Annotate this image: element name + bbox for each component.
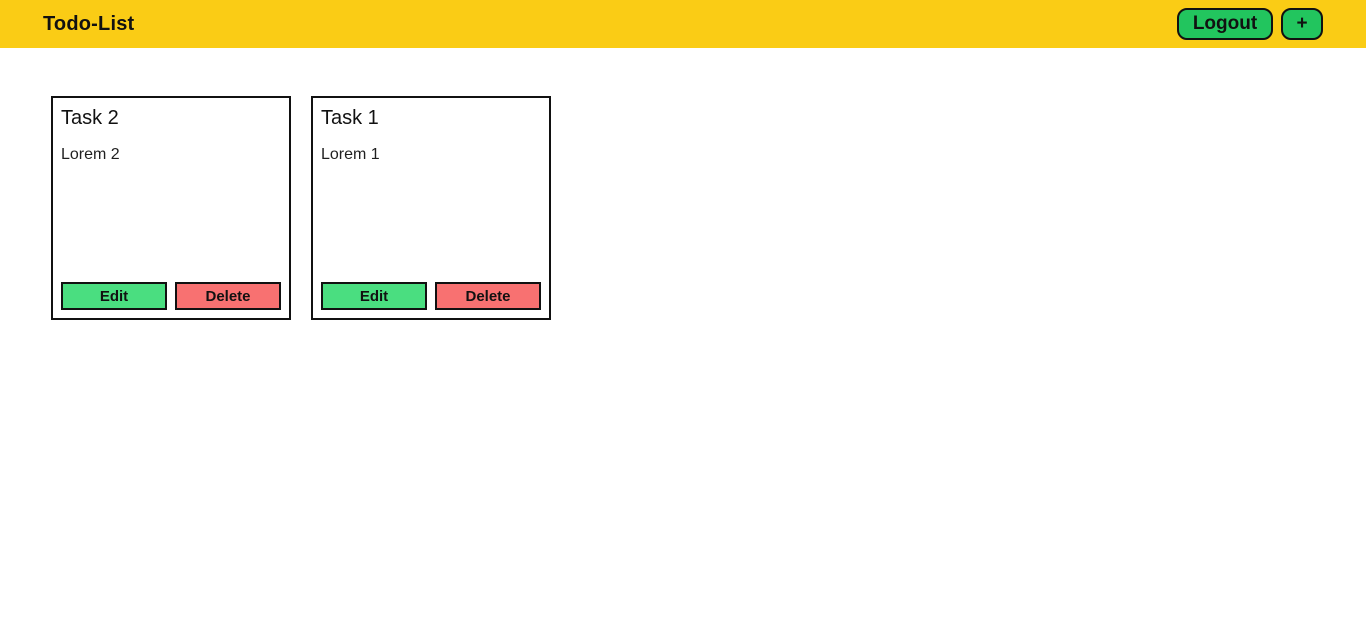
brand-title: Todo-List <box>43 12 135 35</box>
task-actions: Edit Delete <box>61 282 281 310</box>
task-card: Task 1 Lorem 1 Edit Delete <box>311 96 551 320</box>
task-title: Task 2 <box>61 107 119 129</box>
add-task-button[interactable]: + <box>1281 8 1323 40</box>
task-card: Task 2 Lorem 2 Edit Delete <box>51 96 291 320</box>
navbar: Todo-List Logout + <box>0 0 1366 48</box>
nav-actions: Logout + <box>1177 8 1323 40</box>
task-actions: Edit Delete <box>321 282 541 310</box>
task-description: Lorem 1 <box>321 146 380 163</box>
task-board: Task 2 Lorem 2 Edit Delete Task 1 Lorem … <box>0 48 1366 320</box>
edit-button[interactable]: Edit <box>321 282 427 310</box>
logout-button[interactable]: Logout <box>1177 8 1273 40</box>
task-description: Lorem 2 <box>61 146 120 163</box>
delete-button[interactable]: Delete <box>435 282 541 310</box>
delete-button[interactable]: Delete <box>175 282 281 310</box>
task-title: Task 1 <box>321 107 379 129</box>
edit-button[interactable]: Edit <box>61 282 167 310</box>
